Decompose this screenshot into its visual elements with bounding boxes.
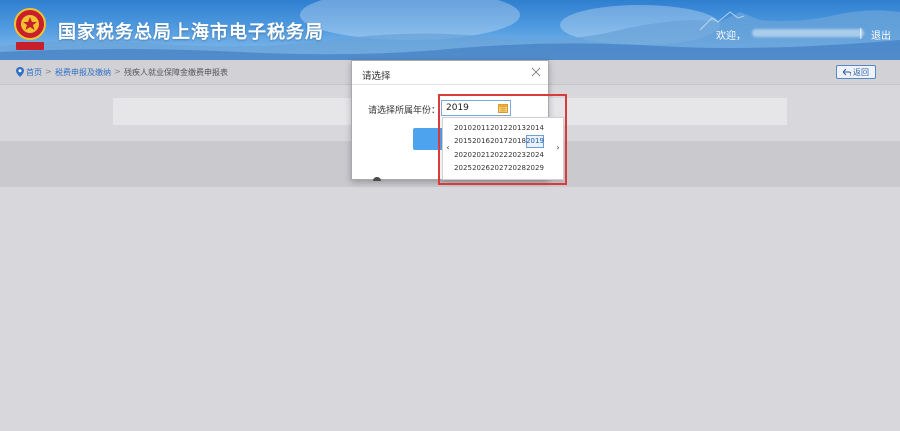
breadcrumb-separator: > <box>45 67 52 76</box>
back-button-label: 返回 <box>853 67 869 77</box>
header-divider: | <box>859 26 863 39</box>
breadcrumb-current-page: 残疾人就业保障金缴费申报表 <box>124 68 228 77</box>
breadcrumb-tax-filing[interactable]: 税费申报及缴纳 <box>55 67 111 78</box>
username-redacted <box>752 29 864 37</box>
close-icon[interactable] <box>530 66 542 78</box>
logout-link[interactable]: 退出 <box>871 27 891 42</box>
year-field-label: 请选择所属年份： <box>368 106 441 116</box>
tax-emblem-icon <box>14 8 46 50</box>
site-title: 国家税务总局上海市电子税务局 <box>58 22 324 43</box>
welcome-text: 欢迎， <box>716 31 746 42</box>
back-arrow-icon <box>843 68 851 76</box>
site-header: 国家税务总局上海市电子税务局 欢迎， | 退出 <box>0 0 900 60</box>
info-icon <box>373 177 381 181</box>
annotation-highlight-box <box>438 94 567 185</box>
breadcrumb-separator: > <box>114 67 121 76</box>
dialog-header: 请选择 <box>352 61 548 85</box>
breadcrumb-home[interactable]: 首页 <box>26 67 42 78</box>
location-pin-icon <box>16 67 24 77</box>
back-button[interactable]: 返回 <box>836 65 876 79</box>
dialog-title: 请选择 <box>362 71 391 82</box>
